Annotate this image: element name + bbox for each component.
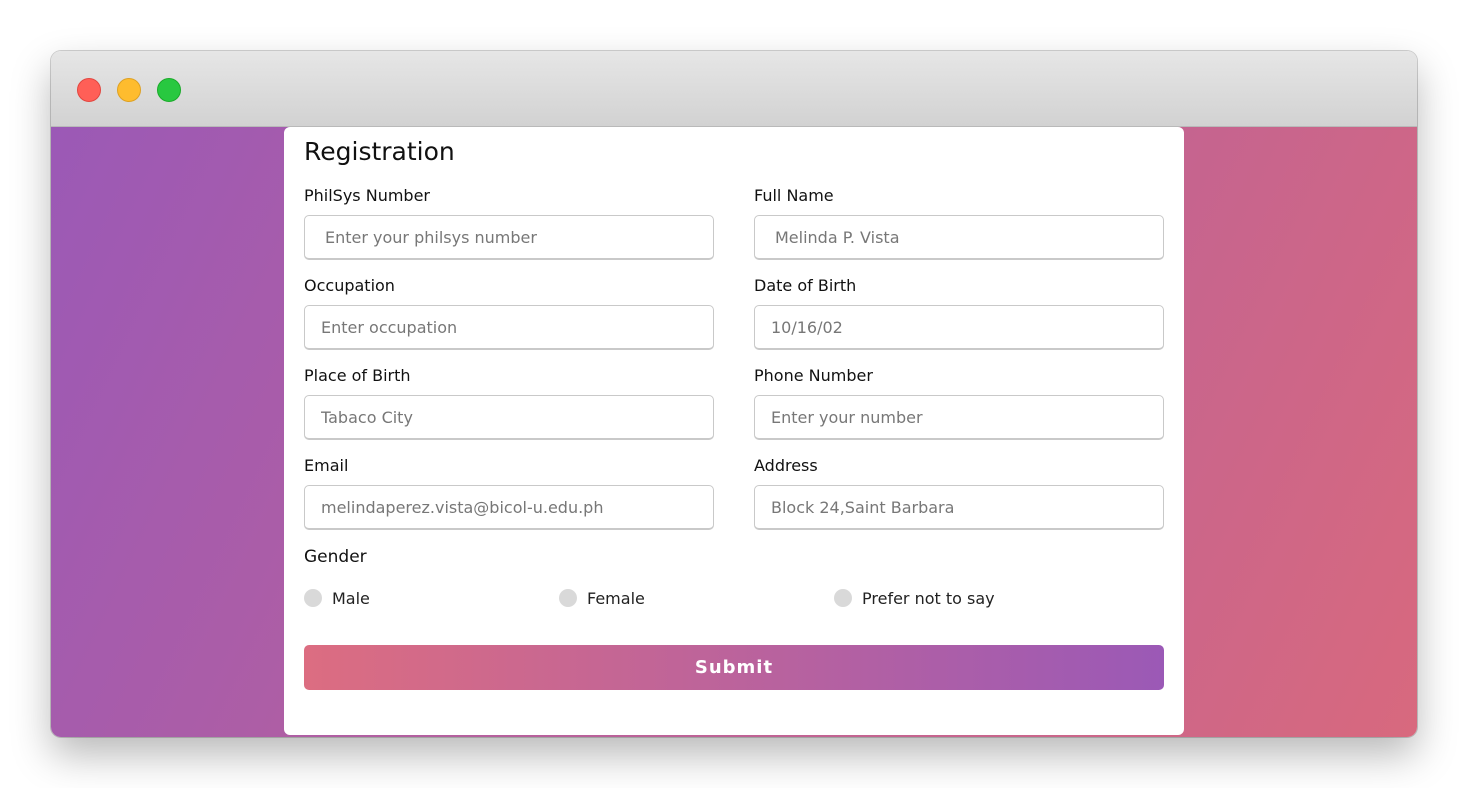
submit-button[interactable]: Submit <box>304 645 1164 690</box>
address-input[interactable] <box>754 485 1164 530</box>
gender-option-male[interactable]: Male <box>304 587 370 609</box>
radio-circle-icon[interactable] <box>834 589 852 607</box>
dob-field-group: Date of Birth <box>754 275 1164 350</box>
philsys-field-group: PhilSys Number <box>304 185 714 260</box>
occupation-input[interactable] <box>304 305 714 350</box>
gender-option-label: Female <box>587 588 645 608</box>
full-name-label: Full Name <box>754 186 834 205</box>
gender-title: Gender <box>304 547 367 567</box>
gender-option-prefer-not-to-say[interactable]: Prefer not to say <box>834 587 995 609</box>
philsys-input[interactable] <box>304 215 714 260</box>
page-background: Registration PhilSys Number Full Name Oc… <box>51 127 1417 737</box>
window-titlebar <box>51 51 1417 127</box>
gender-option-female[interactable]: Female <box>559 587 645 609</box>
philsys-label: PhilSys Number <box>304 186 430 205</box>
phone-label: Phone Number <box>754 366 873 385</box>
close-window-button[interactable] <box>77 78 101 102</box>
minimize-window-button[interactable] <box>117 78 141 102</box>
address-field-group: Address <box>754 455 1164 530</box>
email-input[interactable] <box>304 485 714 530</box>
pob-input[interactable] <box>304 395 714 440</box>
registration-form: Registration PhilSys Number Full Name Oc… <box>284 127 1184 735</box>
form-title: Registration <box>304 137 455 166</box>
occupation-label: Occupation <box>304 276 395 295</box>
occupation-field-group: Occupation <box>304 275 714 350</box>
maximize-window-button[interactable] <box>157 78 181 102</box>
browser-window: Registration PhilSys Number Full Name Oc… <box>51 51 1417 737</box>
radio-circle-icon[interactable] <box>304 589 322 607</box>
pob-field-group: Place of Birth <box>304 365 714 440</box>
dob-label: Date of Birth <box>754 276 857 295</box>
gender-option-label: Male <box>332 588 370 608</box>
full-name-field-group: Full Name <box>754 185 1164 260</box>
address-label: Address <box>754 456 818 475</box>
full-name-input[interactable] <box>754 215 1164 260</box>
email-field-group: Email <box>304 455 714 530</box>
phone-field-group: Phone Number <box>754 365 1164 440</box>
dob-input[interactable] <box>754 305 1164 350</box>
email-label: Email <box>304 456 349 475</box>
phone-input[interactable] <box>754 395 1164 440</box>
pob-label: Place of Birth <box>304 366 411 385</box>
radio-circle-icon[interactable] <box>559 589 577 607</box>
gender-option-label: Prefer not to say <box>862 588 995 608</box>
